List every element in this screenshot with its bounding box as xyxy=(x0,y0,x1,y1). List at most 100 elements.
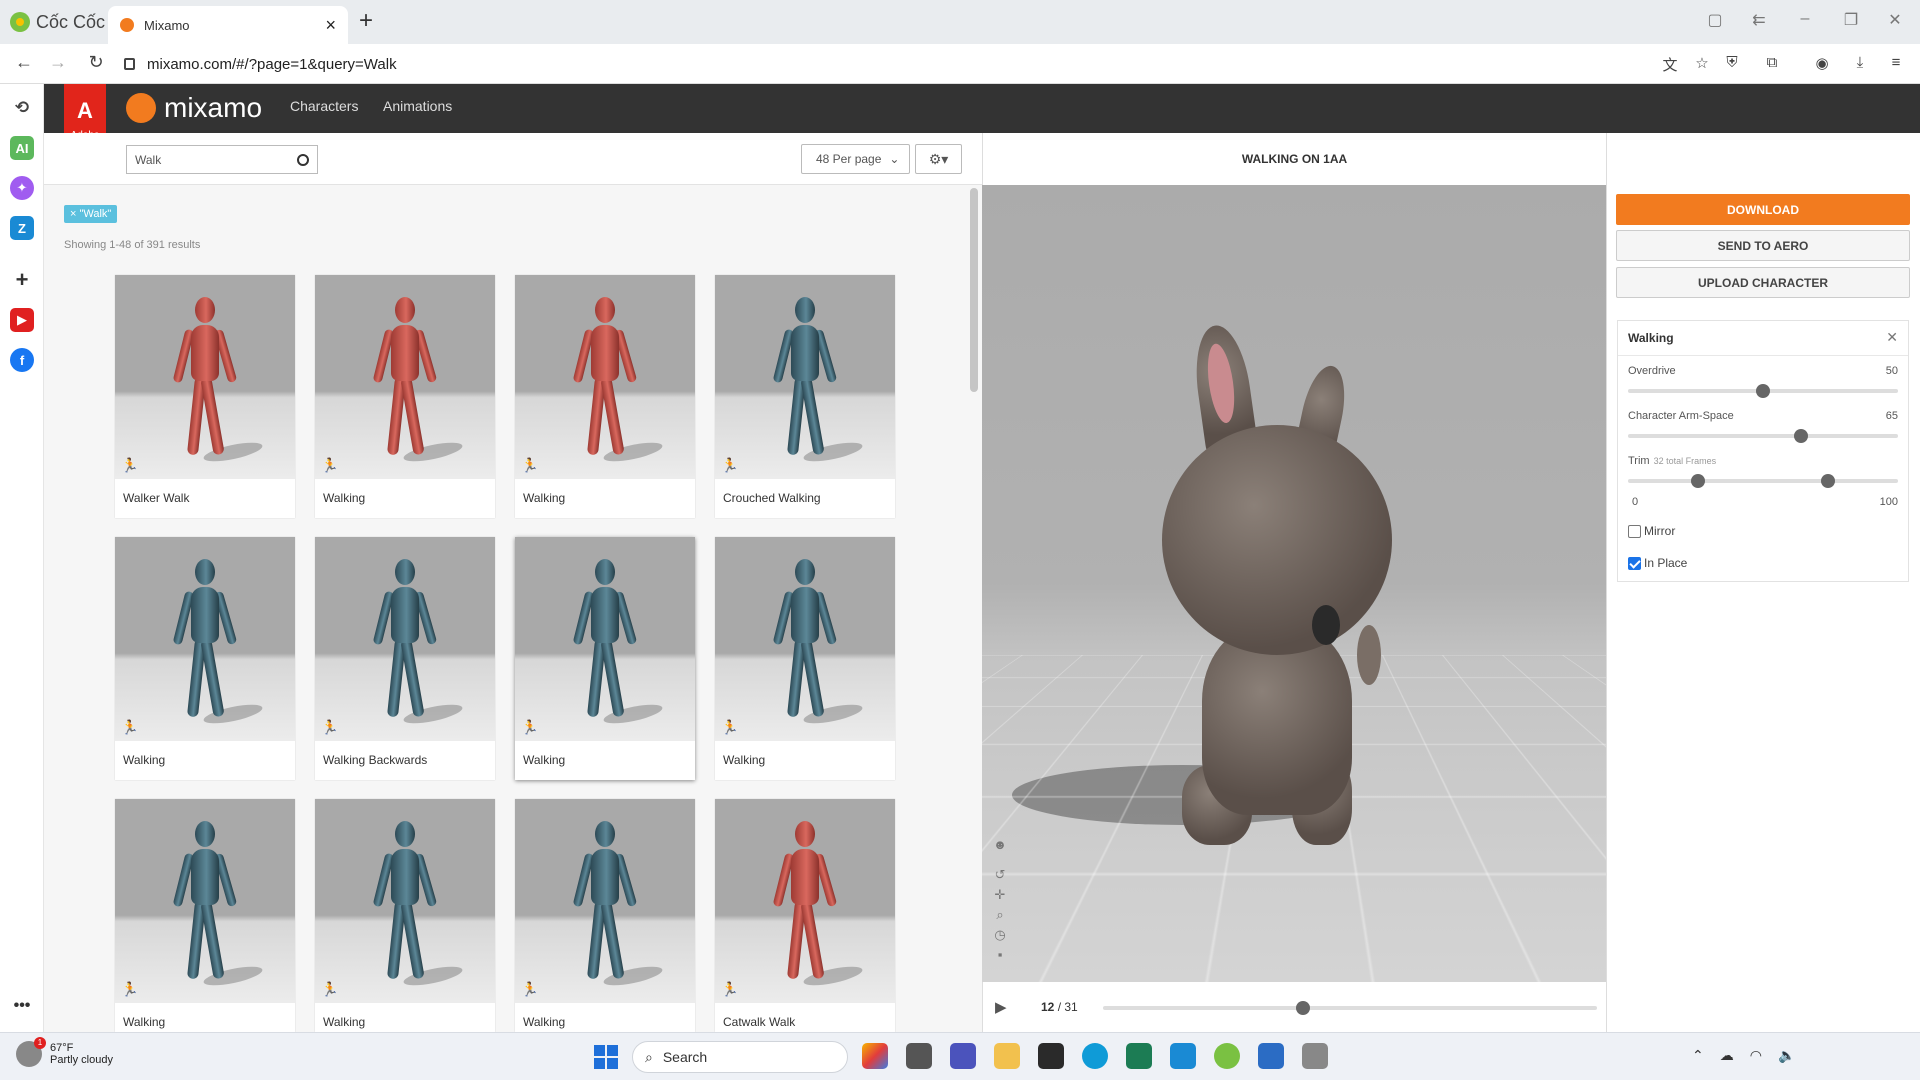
mirror-checkbox[interactable]: Mirror xyxy=(1628,524,1675,538)
search-icon[interactable] xyxy=(297,153,309,166)
animation-card-label: Walker Walk xyxy=(123,491,190,505)
extensions-icon[interactable]: ⧉ xyxy=(1762,54,1782,74)
weather-widget[interactable]: 1 67°F Partly cloudy xyxy=(16,1037,113,1067)
overdrive-slider-handle[interactable] xyxy=(1756,384,1770,398)
notepad-icon[interactable] xyxy=(1258,1043,1284,1069)
animation-card[interactable]: 🏃 Walker Walk xyxy=(115,275,295,518)
new-tab-button[interactable]: + xyxy=(354,9,378,34)
timeline-track[interactable] xyxy=(1103,1001,1597,1015)
search-input[interactable]: Walk xyxy=(126,145,318,174)
animation-type-icon: 🏃 xyxy=(521,457,539,473)
maximize-button[interactable]: ❐ xyxy=(1836,10,1866,34)
taskbar-search[interactable]: ⌕ Search xyxy=(632,1041,848,1073)
results-scrollbar[interactable] xyxy=(970,188,978,392)
chevron-up-icon[interactable]: ⌃ xyxy=(1692,1047,1704,1064)
animation-card[interactable]: 🏃 Walking xyxy=(115,537,295,780)
mirror-checkbox-box[interactable] xyxy=(1628,524,1641,538)
history-icon[interactable]: ⟲ xyxy=(10,96,34,120)
character-figure xyxy=(172,821,238,981)
shield-icon[interactable]: ⛨ xyxy=(1722,54,1742,74)
overdrive-slider[interactable] xyxy=(1628,384,1898,398)
animation-card[interactable]: 🏃 Walking xyxy=(515,275,695,518)
back-button[interactable]: ← xyxy=(12,52,36,76)
app-icon[interactable] xyxy=(1302,1043,1328,1069)
minimize-button[interactable]: – xyxy=(1790,10,1820,34)
mixamo-logo[interactable]: mixamo xyxy=(126,92,262,124)
messenger-icon[interactable]: ✦ xyxy=(10,176,34,200)
m-app-icon[interactable] xyxy=(1126,1043,1152,1069)
frame-total: / 31 xyxy=(1057,1000,1078,1014)
volume-icon[interactable]: 🔈 xyxy=(1778,1047,1795,1064)
in-place-checkbox-box[interactable] xyxy=(1628,556,1641,570)
download-button[interactable]: DOWNLOAD xyxy=(1616,194,1910,225)
add-sidebar-app-icon[interactable]: + xyxy=(10,267,34,292)
youtube-icon[interactable]: ▶ xyxy=(10,308,34,332)
animation-card[interactable]: 🏃 Walking xyxy=(115,799,295,1032)
trim-slider[interactable] xyxy=(1628,474,1898,488)
weather-icon: 1 xyxy=(16,1037,46,1067)
task-view-icon[interactable] xyxy=(906,1043,932,1069)
onedrive-icon[interactable]: ☁ xyxy=(1720,1047,1734,1064)
zalo-icon[interactable]: Z xyxy=(10,216,34,240)
wifi-icon[interactable]: ◠ xyxy=(1750,1047,1762,1064)
trim-end-handle[interactable] xyxy=(1820,474,1835,488)
file-explorer-icon[interactable] xyxy=(994,1043,1020,1069)
animation-card[interactable]: 🏃 Catwalk Walk xyxy=(715,799,895,1032)
camera-icon[interactable]: ▪ xyxy=(992,947,1008,963)
animation-card[interactable]: 🏃 Crouched Walking xyxy=(715,275,895,518)
coccoc-taskbar-icon[interactable] xyxy=(1214,1043,1240,1069)
back-forward-history-icon[interactable]: ⇇ xyxy=(1744,10,1774,34)
zalo-taskbar-icon[interactable] xyxy=(1170,1043,1196,1069)
reset-camera-icon[interactable]: ↺ xyxy=(992,867,1008,883)
screenshot-icon[interactable]: ▢ xyxy=(1700,10,1730,34)
close-window-button[interactable]: ✕ xyxy=(1880,10,1910,34)
more-icon[interactable]: ••• xyxy=(10,994,34,1018)
animation-card[interactable]: 🏃 Walking xyxy=(515,537,695,780)
animation-card[interactable]: 🏃 Walking xyxy=(515,799,695,1032)
profile-icon[interactable]: ◉ xyxy=(1812,54,1832,74)
filter-chip[interactable]: × "Walk" xyxy=(64,205,118,223)
ai-assistant-icon[interactable]: AI xyxy=(10,136,34,160)
nav-characters[interactable]: Characters xyxy=(290,98,358,114)
trim-max: 100 xyxy=(1879,496,1898,508)
zoom-icon[interactable]: ⌕ xyxy=(992,907,1008,923)
menu-icon[interactable]: ≡ xyxy=(1886,54,1906,74)
animation-type-icon: 🏃 xyxy=(121,719,139,735)
animation-type-icon: 🏃 xyxy=(121,981,139,997)
edge-icon[interactable] xyxy=(1082,1043,1108,1069)
close-icon[interactable]: ✕ xyxy=(1886,329,1898,346)
download-icon[interactable]: ⤓ xyxy=(1850,54,1870,74)
send-to-aero-button[interactable]: SEND TO AERO xyxy=(1616,230,1910,261)
speed-icon[interactable]: ◷ xyxy=(992,927,1008,943)
animation-card[interactable]: 🏃 Walking xyxy=(315,799,495,1032)
animation-card[interactable]: 🏃 Walking xyxy=(715,537,895,780)
play-button[interactable]: ▶ xyxy=(995,998,1007,1016)
trim-start-handle[interactable] xyxy=(1691,474,1706,488)
tab-mixamo[interactable]: Mixamo × xyxy=(108,6,348,44)
animation-card[interactable]: 🏃 Walking Backwards xyxy=(315,537,495,780)
start-button[interactable] xyxy=(594,1045,618,1069)
timeline-scrubber[interactable] xyxy=(1295,1001,1310,1015)
per-page-select[interactable]: 48 Per page ⌄ xyxy=(801,144,910,174)
animation-card[interactable]: 🏃 Walking xyxy=(315,275,495,518)
bookmark-star-icon[interactable]: ☆ xyxy=(1692,54,1712,74)
reload-button[interactable]: ↻ xyxy=(84,52,108,76)
url-field[interactable]: mixamo.com/#/?page=1&query=Walk xyxy=(124,50,1644,78)
tab-close-icon[interactable]: × xyxy=(325,15,336,36)
translate-icon[interactable]: 文 xyxy=(1660,54,1680,74)
upload-character-button[interactable]: UPLOAD CHARACTER xyxy=(1616,267,1910,298)
skeleton-icon[interactable]: ☻ xyxy=(992,837,1008,853)
store-icon[interactable] xyxy=(1038,1043,1064,1069)
character-figure xyxy=(172,559,238,719)
3d-viewport[interactable]: ☻ ↺ ✛ ⌕ ◷ ▪ xyxy=(982,185,1606,982)
teams-icon[interactable] xyxy=(950,1043,976,1069)
in-place-checkbox[interactable]: In Place xyxy=(1628,556,1687,570)
facebook-icon[interactable]: f xyxy=(10,348,34,372)
armspace-slider-handle[interactable] xyxy=(1793,429,1808,443)
nav-animations[interactable]: Animations xyxy=(383,98,452,114)
armspace-slider[interactable] xyxy=(1628,429,1898,443)
copilot-icon[interactable] xyxy=(862,1043,888,1069)
forward-button[interactable]: → xyxy=(46,52,70,76)
settings-gear-button[interactable]: ⚙▾ xyxy=(915,144,962,174)
pan-icon[interactable]: ✛ xyxy=(992,887,1008,903)
